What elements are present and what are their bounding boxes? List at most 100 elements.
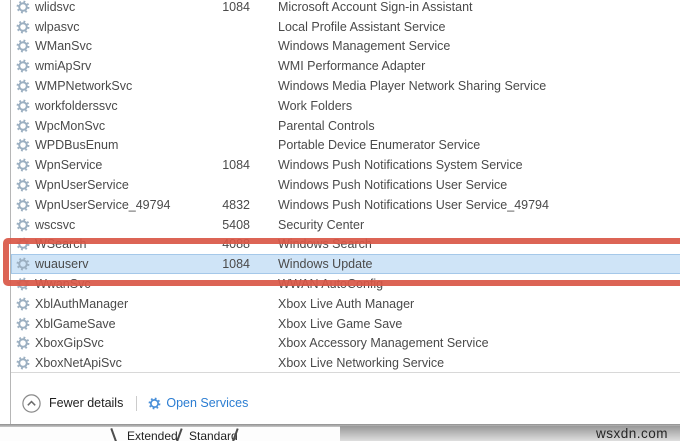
service-row[interactable]: WpcMonSvc Parental Controls	[11, 116, 680, 136]
service-gear-icon	[16, 317, 30, 331]
service-row[interactable]: WpnUserService_49794 4832 Windows Push N…	[11, 195, 680, 215]
service-gear-icon	[16, 178, 30, 192]
service-description: Windows Push Notifications System Servic…	[278, 158, 523, 173]
service-description: Xbox Live Auth Manager	[278, 296, 415, 311]
service-gear-icon	[16, 297, 30, 311]
tab-edge-line	[110, 428, 118, 441]
service-pid: 1084	[222, 0, 250, 14]
service-gear-icon	[16, 277, 30, 291]
service-row[interactable]: XboxGipSvc Xbox Accessory Management Ser…	[11, 334, 680, 354]
service-row[interactable]: XblAuthManager Xbox Live Auth Manager	[11, 294, 680, 314]
service-gear-icon	[16, 158, 30, 172]
tab-extended[interactable]: Extended	[127, 429, 178, 441]
service-name: XboxNetApiSvc	[35, 356, 122, 371]
service-name: WSearch	[35, 237, 87, 252]
chevron-up-circle-icon	[22, 393, 41, 413]
service-gear-icon	[16, 99, 30, 113]
service-gear-icon	[16, 0, 30, 14]
background-window-strip: Extended Standard wsxdn.com	[0, 426, 680, 441]
service-row[interactable]: wlidsvc 1084 Microsoft Account Sign-in A…	[11, 0, 680, 17]
service-row[interactable]: XblGameSave Xbox Live Game Save	[11, 314, 680, 334]
service-description: Work Folders	[278, 98, 353, 113]
fewer-details-label: Fewer details	[49, 396, 124, 410]
service-name: XblAuthManager	[35, 296, 129, 311]
service-row[interactable]: wscsvc 5408 Security Center	[11, 215, 680, 235]
open-services-link[interactable]: Open Services	[148, 396, 248, 410]
service-name: wuauserv	[35, 257, 89, 272]
service-name: workfolderssvc	[35, 98, 118, 113]
service-row[interactable]: WwanSvc WWAN AutoConfig	[11, 274, 680, 294]
watermark-text: wsxdn.com	[595, 426, 668, 441]
service-description: Xbox Accessory Management Service	[278, 336, 489, 351]
service-name: wmiApSrv	[35, 59, 92, 74]
service-row[interactable]: WMPNetworkSvc Windows Media Player Netwo…	[11, 76, 680, 96]
service-description: Windows Update	[278, 257, 373, 272]
gear-icon	[148, 397, 161, 410]
service-name: wscsvc	[35, 217, 76, 232]
service-gear-icon	[16, 218, 30, 232]
service-gear-icon	[16, 59, 30, 73]
service-row[interactable]: WManSvc Windows Management Service	[11, 37, 680, 57]
service-name: wlidsvc	[35, 0, 76, 14]
footer-separator	[136, 395, 138, 411]
gray-scrollbar-strip: wsxdn.com	[340, 426, 680, 441]
service-gear-icon	[16, 119, 30, 133]
service-gear-icon	[16, 356, 30, 370]
list-footer-divider	[11, 372, 680, 373]
service-pid: 5408	[222, 217, 250, 232]
screenshot-stage: wlidsvc 1084 Microsoft Account Sign-in A…	[0, 0, 680, 441]
services-list: wlidsvc 1084 Microsoft Account Sign-in A…	[11, 0, 680, 373]
service-description: Windows Push Notifications User Service_…	[278, 197, 549, 212]
service-gear-icon	[16, 138, 30, 152]
service-row[interactable]: WpnService 1084 Windows Push Notificatio…	[11, 155, 680, 175]
service-name: WpnService	[35, 158, 103, 173]
task-manager-window: wlidsvc 1084 Microsoft Account Sign-in A…	[10, 0, 680, 424]
fewer-details-button[interactable]: Fewer details	[22, 393, 124, 413]
service-description: Microsoft Account Sign-in Assistant	[278, 0, 473, 14]
service-description: Security Center	[278, 217, 365, 232]
service-description: Portable Device Enumerator Service	[278, 138, 481, 153]
service-row[interactable]: WSearch 4088 Windows Search	[11, 235, 680, 255]
service-row[interactable]: workfolderssvc Work Folders	[11, 96, 680, 116]
service-row[interactable]: wuauserv 1084 Windows Update	[11, 254, 680, 275]
tab-standard[interactable]: Standard	[189, 429, 238, 441]
service-description: WMI Performance Adapter	[278, 59, 426, 74]
service-description: Windows Management Service	[278, 39, 451, 54]
service-gear-icon	[16, 198, 30, 212]
service-name: WManSvc	[35, 39, 92, 54]
task-manager-footer: Fewer details Open Services	[11, 384, 680, 422]
service-description: Xbox Live Networking Service	[278, 356, 445, 371]
service-name: WpnUserService	[35, 178, 129, 193]
open-services-label: Open Services	[166, 396, 249, 410]
service-name: wlpasvc	[35, 19, 80, 34]
service-name: XboxGipSvc	[35, 336, 104, 351]
service-gear-icon	[16, 237, 30, 251]
service-description: Local Profile Assistant Service	[278, 19, 446, 34]
service-pid: 4088	[222, 237, 250, 252]
service-description: Windows Media Player Network Sharing Ser…	[278, 79, 547, 94]
service-name: WPDBusEnum	[35, 138, 119, 153]
service-name: WpnUserService_49794	[35, 197, 171, 212]
service-row[interactable]: wlpasvc Local Profile Assistant Service	[11, 17, 680, 37]
service-row[interactable]: WpnUserService Windows Push Notification…	[11, 175, 680, 195]
service-gear-icon	[16, 79, 30, 93]
service-gear-icon	[16, 20, 30, 34]
service-name: WwanSvc	[35, 277, 91, 292]
service-description: Xbox Live Game Save	[278, 316, 403, 331]
service-description: WWAN AutoConfig	[278, 277, 384, 292]
service-pid: 1084	[222, 257, 250, 272]
service-description: Windows Push Notifications User Service	[278, 178, 508, 193]
service-name: WpcMonSvc	[35, 118, 106, 133]
service-row[interactable]: wmiApSrv WMI Performance Adapter	[11, 56, 680, 76]
service-pid: 4832	[222, 197, 250, 212]
service-row[interactable]: XboxNetApiSvc Xbox Live Networking Servi…	[11, 353, 680, 373]
service-pid: 1084	[222, 158, 250, 173]
service-name: XblGameSave	[35, 316, 116, 331]
service-description: Parental Controls	[278, 118, 375, 133]
service-gear-icon	[16, 39, 30, 53]
service-gear-icon	[16, 336, 30, 350]
service-name: WMPNetworkSvc	[35, 79, 133, 94]
service-description: Windows Search	[278, 237, 372, 252]
service-row[interactable]: WPDBusEnum Portable Device Enumerator Se…	[11, 136, 680, 156]
service-gear-icon	[16, 257, 30, 271]
